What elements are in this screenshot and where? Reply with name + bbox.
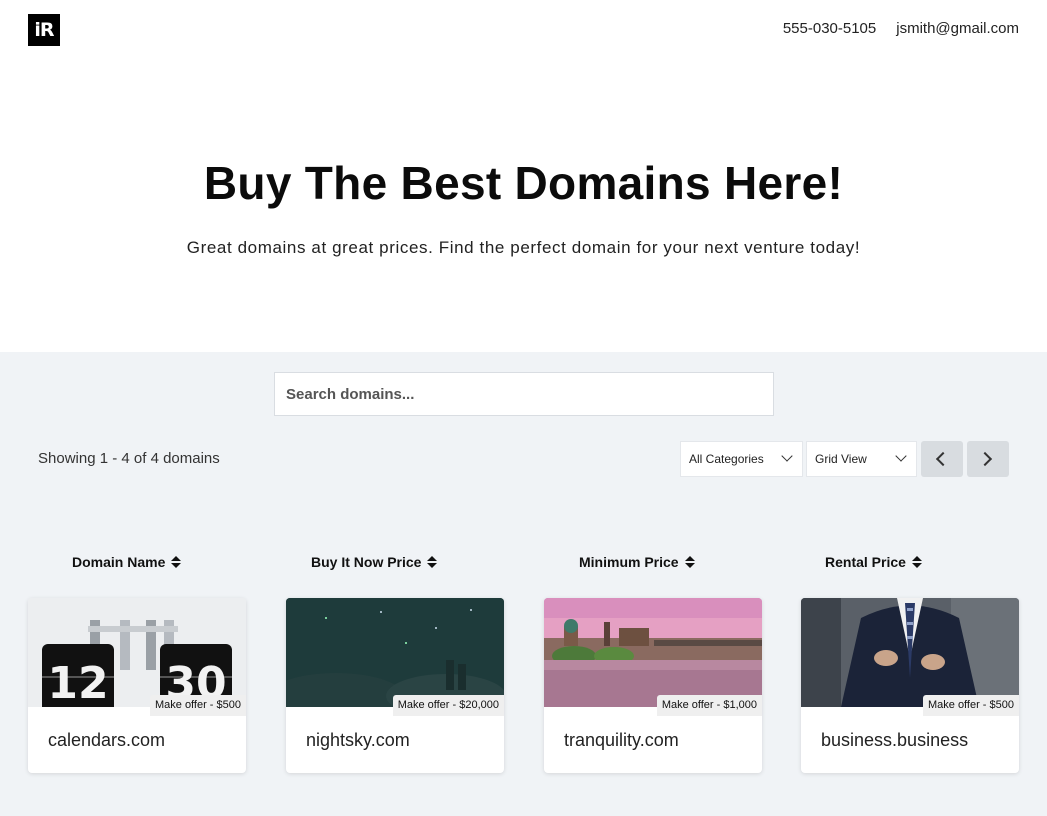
site-header: iR 555-030-5105 jsmith@gmail.com: [0, 0, 1047, 60]
domain-name[interactable]: nightsky.com: [306, 730, 410, 751]
sort-icon: [171, 556, 182, 568]
sort-icon: [684, 556, 695, 568]
domain-image: 12 30: [28, 598, 246, 707]
sort-icon: [427, 556, 438, 568]
search-input[interactable]: [286, 385, 773, 403]
view-select-label: Grid View: [815, 452, 867, 466]
category-select-label: All Categories: [689, 452, 764, 466]
category-select[interactable]: All Categories: [680, 441, 803, 477]
sort-icon: [911, 556, 922, 568]
logo[interactable]: iR: [28, 14, 60, 46]
domain-card[interactable]: Make offer - $500 business.business: [801, 598, 1019, 773]
sort-buy-now-price[interactable]: Buy It Now Price: [311, 554, 438, 570]
domain-name[interactable]: tranquility.com: [564, 730, 679, 751]
domain-image: [286, 598, 504, 707]
sort-label: Buy It Now Price: [311, 554, 422, 570]
hero-subtitle: Great domains at great prices. Find the …: [186, 238, 861, 257]
offer-badge: Make offer - $500: [149, 695, 246, 716]
sort-domain-name[interactable]: Domain Name: [72, 554, 182, 570]
domain-image: [544, 598, 762, 707]
domains-section: Showing 1 - 4 of 4 domains All Categorie…: [0, 352, 1047, 816]
domain-card[interactable]: Make offer - $1,000 tranquility.com: [544, 598, 762, 773]
domain-name[interactable]: calendars.com: [48, 730, 165, 751]
offer-badge: Make offer - $500: [922, 695, 1019, 716]
chevron-down-icon: [895, 450, 907, 462]
results-count: Showing 1 - 4 of 4 domains: [38, 450, 220, 467]
sort-minimum-price[interactable]: Minimum Price: [579, 554, 695, 570]
next-page-button[interactable]: [967, 441, 1009, 477]
search-box[interactable]: [274, 372, 774, 416]
sort-rental-price[interactable]: Rental Price: [825, 554, 922, 570]
domain-card[interactable]: 12 30 Make offer - $500 calendars.com: [28, 598, 246, 773]
view-select[interactable]: Grid View: [806, 441, 917, 477]
offer-badge: Make offer - $1,000: [656, 695, 762, 716]
sort-label: Minimum Price: [579, 554, 679, 570]
chevron-left-icon: [935, 451, 951, 467]
sort-label: Domain Name: [72, 554, 166, 570]
domain-name[interactable]: business.business: [821, 730, 968, 751]
chevron-right-icon: [977, 451, 993, 467]
phone-number[interactable]: 555-030-5105: [783, 20, 876, 37]
offer-badge: Make offer - $20,000: [392, 695, 504, 716]
chevron-down-icon: [781, 450, 793, 462]
page-title: Buy The Best Domains Here!: [203, 157, 844, 209]
domain-card[interactable]: Make offer - $20,000 nightsky.com: [286, 598, 504, 773]
contact-info: 555-030-5105 jsmith@gmail.com: [783, 20, 1019, 37]
domain-image: [801, 598, 1019, 707]
email-address[interactable]: jsmith@gmail.com: [896, 20, 1019, 37]
sort-label: Rental Price: [825, 554, 906, 570]
svg-text:12: 12: [47, 658, 108, 707]
prev-page-button[interactable]: [921, 441, 963, 477]
hero-section: Buy The Best Domains Here! Great domains…: [0, 60, 1047, 352]
